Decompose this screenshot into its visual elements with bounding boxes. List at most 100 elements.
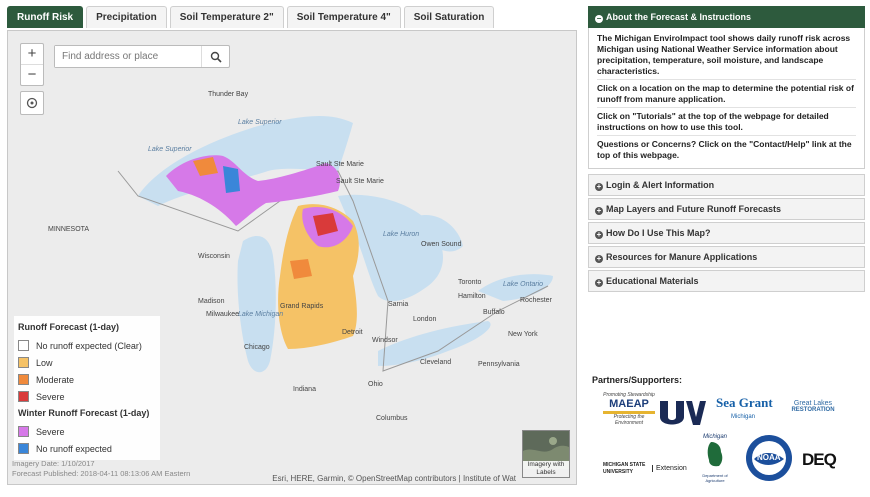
msu-wordmark: MICHIGAN STATE UNIVERSITY xyxy=(603,462,646,475)
map-attribution: Esri, HERE, Garmin, © OpenStreetMap cont… xyxy=(272,474,516,483)
accordion-title: Educational Materials xyxy=(606,276,699,286)
legend-item: Moderate xyxy=(18,371,156,388)
map-label-pennsylvania: Pennsylvania xyxy=(478,361,520,368)
legend-swatch-low xyxy=(18,357,29,368)
legend-swatch-clear xyxy=(18,340,29,351)
uw-mark-icon xyxy=(660,401,706,425)
uw-logo[interactable] xyxy=(658,397,710,427)
zoom-control: + − xyxy=(20,43,44,86)
accordion-title: About the Forecast & Instructions xyxy=(606,12,752,22)
tab-soil-temperature-4[interactable]: Soil Temperature 4" xyxy=(286,6,401,28)
accordion-map-layers[interactable]: + Map Layers and Future Runoff Forecasts xyxy=(588,198,865,220)
map-label-windsor: Windsor xyxy=(372,337,398,344)
sea-grant-logo[interactable]: Sea Grant Michigan xyxy=(716,392,773,428)
maeap-logo[interactable]: Promoting Stewardship MAEAP Protecting t… xyxy=(603,392,655,428)
legend-label: Severe xyxy=(36,426,65,437)
map-legend: Runoff Forecast (1-day) No runoff expect… xyxy=(14,316,160,460)
map-label-milwaukee: Milwaukee xyxy=(206,311,240,318)
accordion-login-alert[interactable]: + Login & Alert Information xyxy=(588,174,865,196)
accordion-about-forecast[interactable]: − About the Forecast & Instructions xyxy=(588,6,865,28)
tab-soil-saturation[interactable]: Soil Saturation xyxy=(403,6,495,28)
accordion-title: Resources for Manure Applications xyxy=(606,252,758,262)
sea-grant-sub: Michigan xyxy=(730,414,755,420)
accordion-about-body: The Michigan EnviroImpact tool shows dai… xyxy=(588,28,865,169)
tab-precipitation[interactable]: Precipitation xyxy=(86,6,167,28)
map-label-cleveland: Cleveland xyxy=(420,359,452,366)
legend-label: No runoff expected (Clear) xyxy=(36,340,142,351)
map-label-hamilton: Hamilton xyxy=(458,293,486,300)
map-label-owen-sound: Owen Sound xyxy=(421,241,462,248)
map-label-chicago: Chicago xyxy=(244,344,270,351)
map-label-lake-ontario: Lake Ontario xyxy=(503,281,544,288)
great-lakes-restoration-logo[interactable]: Great Lakes RESTORATION xyxy=(776,400,850,426)
michigan-map-icon xyxy=(707,442,723,467)
accordion-educational[interactable]: + Educational Materials xyxy=(588,270,865,292)
search-button[interactable] xyxy=(201,46,229,67)
map-label-rochester: Rochester xyxy=(520,297,552,304)
imagery-date: Imagery Date: 1/10/2017 xyxy=(12,459,95,468)
map-label-lake-huron: Lake Huron xyxy=(383,231,420,238)
glr-wordmark: Great Lakes xyxy=(793,400,833,407)
legend-swatch-severe xyxy=(18,391,29,402)
accordion-title: How Do I Use This Map? xyxy=(606,228,711,238)
search-input[interactable] xyxy=(55,46,202,67)
map-label-columbus: Columbus xyxy=(376,415,408,422)
up-blue-area xyxy=(223,166,240,193)
map-label-sault-ste-marie: Sault Ste Marie xyxy=(316,161,364,168)
noaa-logo[interactable]: NOAA xyxy=(744,433,794,483)
forecast-timestamp: Imagery Date: 1/10/2017 Forecast Publish… xyxy=(12,459,190,479)
about-paragraph: Questions or Concerns? Click on the "Con… xyxy=(597,139,852,160)
partners-title: Partners/Supporters: xyxy=(592,375,683,385)
legend-swatch-winter-none xyxy=(18,443,29,454)
legend-item: No runoff expected (Clear) xyxy=(18,337,156,354)
map-label-new-york: New York xyxy=(508,331,538,338)
basemap-toggle[interactable]: Imagery with Labels xyxy=(522,430,570,478)
tab-soil-temperature-2[interactable]: Soil Temperature 2" xyxy=(169,6,284,28)
zoom-in-button[interactable]: + xyxy=(21,44,43,64)
map-label-detroit: Detroit xyxy=(342,329,363,336)
collapse-icon: − xyxy=(595,14,603,23)
map-search xyxy=(54,45,230,68)
map-label-ohio: Ohio xyxy=(368,381,383,388)
about-paragraph: Click on "Tutorials" at the top of the w… xyxy=(597,111,856,136)
maeap-wordmark: MAEAP xyxy=(603,398,655,414)
expand-icon: + xyxy=(595,278,603,287)
map-label-sault-ste-marie-2: Sault Ste Marie xyxy=(336,178,384,185)
about-paragraph: The Michigan EnviroImpact tool shows dai… xyxy=(597,33,856,80)
expand-icon: + xyxy=(595,182,603,191)
legend-label: Low xyxy=(36,357,53,368)
sea-grant-wordmark: Sea Grant xyxy=(716,395,773,410)
legend-item: No runoff expected xyxy=(18,440,156,457)
map-label-buffalo: Buffalo xyxy=(483,309,505,316)
mda-logo[interactable]: Michigan Department of Agriculture xyxy=(695,434,735,483)
basemap-toggle-label: Imagery with Labels xyxy=(523,461,569,477)
map-label-sarnia: Sarnia xyxy=(388,301,409,308)
accordion-how-to-use[interactable]: + How Do I Use This Map? xyxy=(588,222,865,244)
map-label-toronto: Toronto xyxy=(458,279,482,286)
zoom-out-button[interactable]: − xyxy=(21,64,43,85)
expand-icon: + xyxy=(595,254,603,263)
map-label-lake-superior: Lake Superior xyxy=(238,119,282,126)
map-label-indiana: Indiana xyxy=(293,386,316,393)
lake-michigan-shape xyxy=(237,236,276,373)
accordion-resources[interactable]: + Resources for Manure Applications xyxy=(588,246,865,268)
legend-label: No runoff expected xyxy=(36,443,112,454)
accordion-title: Login & Alert Information xyxy=(606,180,715,190)
accordion-title: Map Layers and Future Runoff Forecasts xyxy=(606,204,782,214)
noaa-wordmark: NOAA xyxy=(757,453,781,462)
map-view[interactable]: Thunder Bay Lake Superior Lake Superior … xyxy=(7,30,577,485)
legend-title: Runoff Forecast (1-day) xyxy=(18,322,120,332)
legend-item: Low xyxy=(18,354,156,371)
legend-winter-title: Winter Runoff Forecast (1-day) xyxy=(18,408,150,418)
legend-item: Severe xyxy=(18,388,156,405)
tab-bar: Runoff Risk Precipitation Soil Temperatu… xyxy=(7,6,495,28)
map-label-minnesota: MINNESOTA xyxy=(48,226,90,233)
locate-button[interactable] xyxy=(20,91,44,115)
mda-wordmark: Department of Agriculture xyxy=(702,473,728,483)
deq-logo[interactable]: DEQ xyxy=(802,450,837,470)
tab-runoff-risk[interactable]: Runoff Risk xyxy=(7,6,84,28)
legend-label: Moderate xyxy=(36,374,75,385)
msu-extension-label[interactable]: Extension xyxy=(652,465,687,472)
glr-sub: RESTORATION xyxy=(791,407,835,413)
map-label-wisconsin: Wisconsin xyxy=(198,253,230,260)
